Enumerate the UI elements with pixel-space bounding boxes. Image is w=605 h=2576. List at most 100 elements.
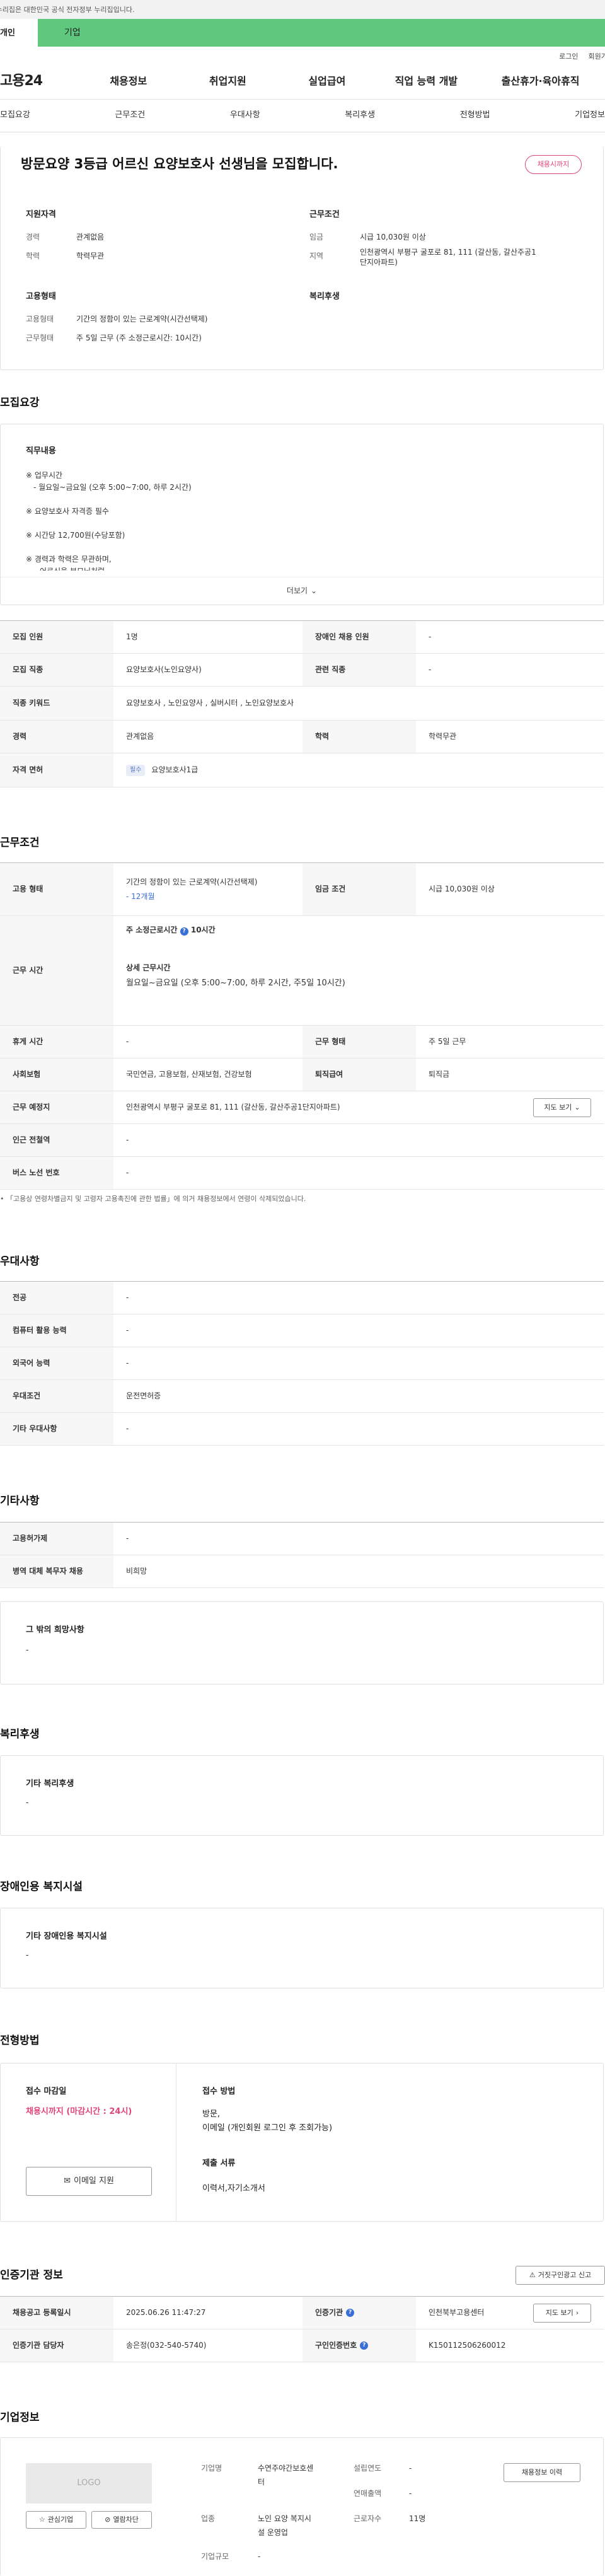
company-box: LOGO ☆ 관심기업 ⊘ 열람차단 기업명 수연주야간보호센 터 업종 노인 요양…: [0, 2437, 604, 2576]
th-pref-etc: 기타 우대사항: [0, 1413, 113, 1445]
industry-value-2: 설 운영업: [258, 2528, 288, 2537]
age-notice: • 「고용상 연령차별금지 및 고령자 고용촉진에 관한 법률」에 의거 채용정…: [0, 1195, 306, 1203]
sales-value: -: [409, 2489, 412, 2498]
th-hours: 근무 시간: [0, 916, 113, 1025]
site-logo[interactable]: 고용24: [0, 72, 79, 91]
duty-line: [26, 494, 404, 506]
gnb-job-info[interactable]: 채용정보: [79, 74, 178, 88]
td-retirement: 퇴직금: [429, 1070, 450, 1079]
duty-line: [26, 542, 404, 554]
email-apply-button[interactable]: ✉ 이메일 지원: [26, 2167, 152, 2196]
th-workplace: 근무 예정지: [0, 1091, 113, 1123]
td-permit: -: [126, 1534, 129, 1543]
wage-label: 임금: [309, 233, 324, 241]
age-notice-text: 「고용상 연령차별금지 및 고령자 고용촉진에 관한 법률」에 의거 채용정보에…: [6, 1195, 306, 1203]
hours-main-label: 주 소정근로시간: [126, 925, 178, 934]
td-career: 관계없음: [126, 732, 154, 741]
chevron-down-icon: ⌄: [311, 586, 318, 596]
duty-line: ※ 요양보호사 자격증 필수: [26, 507, 109, 516]
job-history-button[interactable]: 채용정보 이력: [504, 2463, 580, 2482]
info-icon[interactable]: ?: [346, 2309, 355, 2317]
info-icon[interactable]: ?: [180, 927, 188, 936]
signup-link[interactable]: 회원가입: [589, 52, 605, 64]
subnav-company[interactable]: 기업정보: [575, 110, 605, 121]
cert-number-label: 구인인증번호: [315, 2341, 357, 2350]
docs-value: 이력서,자기소개서: [202, 2184, 265, 2193]
info-icon[interactable]: ?: [360, 2341, 369, 2350]
gnb-unemployment-benefit[interactable]: 실업급여: [277, 74, 377, 88]
employees-label: 근로자수: [354, 2514, 382, 2523]
table-row: 우대조건 운전면허증: [0, 1380, 604, 1413]
emptype-period: - 12개월: [126, 891, 155, 901]
map-button[interactable]: 지도 보기 ⌄: [533, 1098, 591, 1117]
disabled-box-value: -: [26, 1951, 29, 1959]
table-row: 채용공고 등록일시 2025.06.26 11:47:27 인증기관? 인천북부…: [0, 2297, 604, 2329]
duty-line: ※ 업무시간: [26, 471, 63, 480]
work-table: 고용 형태 기간의 정함이 있는 근로계약(시간선택제) - 12개월 임금 조…: [0, 862, 604, 1190]
alert-icon: ⚠: [529, 2271, 536, 2280]
tab-personal[interactable]: 개인: [0, 19, 38, 47]
deadline-value: 채용시까지 (마감시간 : 24시): [26, 2107, 132, 2116]
table-row: 근무 시간 주 소정근로시간 ? 10시간 상세 근무시간 월요일~금요일 (오…: [0, 916, 604, 1026]
edu-label: 학력: [26, 252, 40, 260]
tab-company[interactable]: 기업: [38, 19, 605, 47]
company-section-title: 기업정보: [0, 2411, 40, 2424]
gnb-job-training[interactable]: 직업 능력 개발: [377, 74, 476, 88]
hours-detail: 월요일~금요일 (오후 5:00~7:00, 하루 2시간, 주5일 10시간): [126, 978, 345, 988]
td-wage: 시급 10,030원 이상: [429, 885, 495, 894]
star-icon: ☆: [38, 2515, 45, 2524]
emptype-label: 고용형태: [26, 315, 54, 323]
td-workform: 주 5일 근무: [429, 1037, 466, 1047]
work-section-title: 근무조건: [0, 837, 40, 849]
company-name-1: 수연주야간보호센: [258, 2464, 314, 2473]
agency-label: 인증기관: [315, 2308, 343, 2318]
th-computer: 컴퓨터 활용 능력: [0, 1314, 113, 1347]
td-agency: 인천북부고용센터: [429, 2308, 485, 2318]
th-license: 자격 면허: [0, 753, 113, 787]
deadline-label: 접수 마감일: [26, 2087, 67, 2096]
mail-icon: ✉: [64, 2176, 71, 2186]
gnb-parental-leave[interactable]: 출산휴가·육아휴직: [476, 74, 605, 88]
more-button[interactable]: 더보기 ⌄: [1, 577, 603, 605]
method-value-1: 방문,: [202, 2109, 221, 2119]
block-view-button[interactable]: ⊘ 열람차단: [91, 2511, 152, 2529]
report-fake-ad-button[interactable]: ⚠ 거짓구인광고 신고: [516, 2266, 605, 2285]
recruit-section-title: 모집요강: [0, 397, 40, 409]
emp-title: 고용형태: [26, 292, 56, 301]
td-license: 필수 요양보호사1급: [113, 753, 198, 787]
th-pref-cond: 우대조건: [0, 1380, 113, 1412]
table-row: 경력 관계없음 학력 학력무관: [0, 721, 604, 753]
subnav-recruit[interactable]: 모집요강: [0, 110, 30, 121]
gnb-employment-support[interactable]: 취업지원: [178, 74, 278, 88]
selection-section-title: 전형방법: [0, 2034, 40, 2047]
td-bus: -: [126, 1168, 129, 1178]
interest-company-button[interactable]: ☆ 관심기업: [26, 2511, 86, 2529]
block-icon: ⊘: [105, 2515, 111, 2524]
disabled-box: 기타 장애인용 복지시설 -: [0, 1908, 604, 1988]
agency-map-button[interactable]: 지도 보기 ›: [533, 2304, 591, 2323]
agency-section-title: 인증기관 정보: [0, 2269, 63, 2282]
subnav-selection[interactable]: 전형방법: [460, 110, 490, 121]
emptype-value: 기간의 정함이 있는 근로계약(시간선택제): [126, 877, 258, 886]
table-row: 모집 인원 1명 장애인 채용 인원 -: [0, 621, 604, 654]
login-link[interactable]: 로그인: [559, 52, 578, 64]
qual-title: 지원자격: [26, 210, 56, 219]
td-insurance: 국민연금, 고용보험, 산재보험, 건강보험: [126, 1070, 252, 1079]
td-cert-number: K150112506260012: [429, 2341, 506, 2350]
pref-section-title: 우대사항: [0, 1255, 40, 1268]
td-manager: 송은정(032-540-5740): [126, 2341, 207, 2350]
subnav-welfare[interactable]: 복리후생: [345, 110, 375, 121]
welfare-box: 기타 복리후생 -: [0, 1755, 604, 1836]
region-label: 지역: [309, 252, 324, 260]
subnav-preferences[interactable]: 우대사항: [230, 110, 260, 121]
selection-box: 접수 마감일 채용시까지 (마감시간 : 24시) ✉ 이메일 지원 접수 방법 …: [0, 2063, 604, 2222]
table-row: 컴퓨터 활용 능력 -: [0, 1314, 604, 1347]
industry-label: 업종: [201, 2514, 216, 2523]
founded-value: -: [409, 2464, 412, 2473]
cond-title: 근무조건: [309, 210, 340, 219]
duty-line: [26, 518, 404, 530]
edu-value: 학력무관: [76, 252, 105, 260]
td-hours: 주 소정근로시간 ? 10시간 상세 근무시간 월요일~금요일 (오후 5:00…: [113, 916, 604, 1025]
th-education: 학력: [302, 721, 416, 753]
subnav-conditions[interactable]: 근무조건: [115, 110, 145, 121]
